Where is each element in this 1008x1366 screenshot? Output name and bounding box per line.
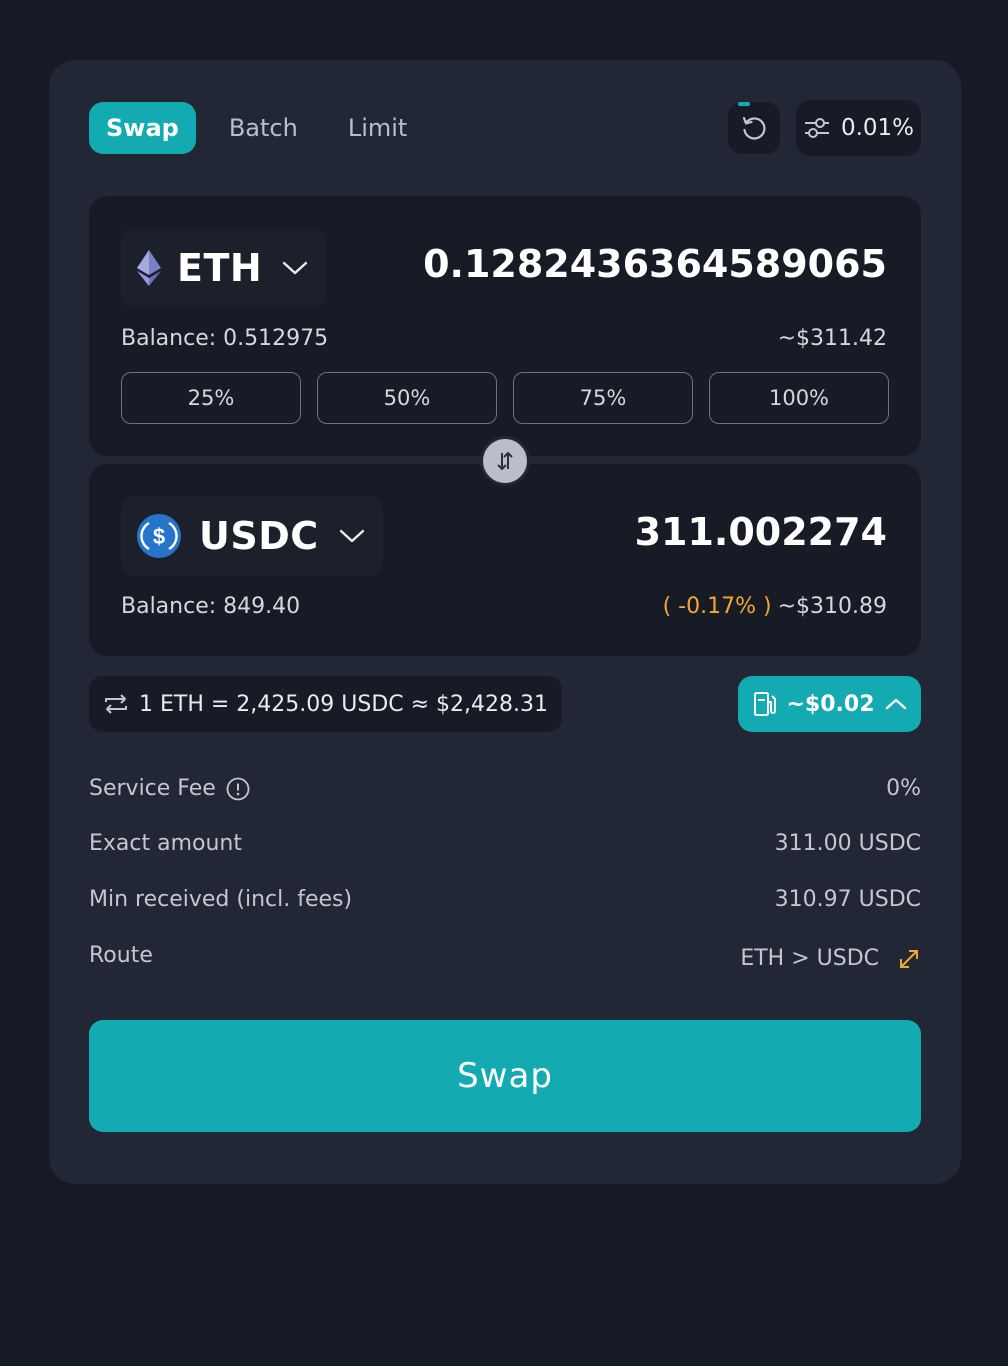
min-received-value: 310.97 USDC xyxy=(774,887,921,912)
swap-card: Swap Batch Limit 0.01% ETH 0.12824363645… xyxy=(49,60,961,1184)
percent-25-button[interactable]: 25% xyxy=(121,372,301,424)
eth-logo-icon xyxy=(137,250,161,286)
service-fee-label-text: Service Fee xyxy=(89,776,216,801)
from-balance: Balance: 0.512975 xyxy=(121,326,329,351)
to-usd-value: ( -0.17% ) ~$310.89 xyxy=(663,594,887,619)
expand-icon[interactable] xyxy=(897,947,921,971)
from-usd-value: ~$311.42 xyxy=(777,326,887,351)
tab-batch[interactable]: Batch xyxy=(212,102,315,154)
to-amount-output: 311.002274 xyxy=(634,510,887,554)
min-received-label: Min received (incl. fees) xyxy=(89,887,353,912)
percent-75-button[interactable]: 75% xyxy=(513,372,693,424)
refresh-icon xyxy=(742,116,766,140)
chevron-down-icon xyxy=(339,529,364,543)
percent-buttons: 25% 50% 75% 100% xyxy=(121,372,889,424)
route-value[interactable]: ETH > USDC xyxy=(740,946,921,971)
to-balance: Balance: 849.40 xyxy=(121,594,301,619)
price-impact: ( -0.17% ) xyxy=(662,594,772,619)
from-token-selector[interactable]: ETH xyxy=(121,228,327,308)
from-amount-input[interactable]: 0.1282436364589065 xyxy=(423,242,887,286)
gas-pump-icon xyxy=(754,692,777,716)
to-token-symbol: USDC xyxy=(199,514,319,558)
percent-50-button[interactable]: 50% xyxy=(317,372,497,424)
to-token-selector[interactable]: $ USDC xyxy=(121,496,383,576)
gas-fee-toggle[interactable]: ~$0.02 xyxy=(738,676,921,732)
route-path: ETH > USDC xyxy=(740,946,879,971)
sliders-icon xyxy=(804,118,829,138)
to-usd-amount: ~$310.89 xyxy=(777,594,887,619)
slippage-value: 0.01% xyxy=(840,115,915,141)
from-token-symbol: ETH xyxy=(177,246,263,290)
exact-amount-label: Exact amount xyxy=(89,831,243,856)
exchange-rate[interactable]: 1 ETH = 2,425.09 USDC ≈ $2,428.31 xyxy=(89,676,563,732)
service-fee-value: 0% xyxy=(886,776,921,801)
usdc-logo-icon: $ xyxy=(137,514,181,558)
refresh-button[interactable] xyxy=(728,102,780,154)
refresh-progress-indicator xyxy=(738,102,750,106)
route-label: Route xyxy=(89,943,153,968)
svg-text:$: $ xyxy=(153,524,165,549)
switch-direction-button[interactable] xyxy=(480,436,530,486)
slippage-settings-button[interactable]: 0.01% xyxy=(796,100,921,156)
tab-limit[interactable]: Limit xyxy=(331,102,425,154)
chevron-down-icon xyxy=(282,261,308,275)
from-token-panel: ETH 0.1282436364589065 Balance: 0.512975… xyxy=(89,196,921,456)
tab-swap[interactable]: Swap xyxy=(89,102,196,154)
exact-amount-value: 311.00 USDC xyxy=(774,831,921,856)
swap-submit-button[interactable]: Swap xyxy=(89,1020,921,1132)
exchange-icon xyxy=(105,694,127,714)
chevron-up-icon xyxy=(885,698,906,710)
info-icon[interactable] xyxy=(226,777,250,801)
exchange-rate-text: 1 ETH = 2,425.09 USDC ≈ $2,428.31 xyxy=(139,691,549,717)
swap-arrows-icon xyxy=(497,451,513,471)
percent-100-button[interactable]: 100% xyxy=(709,372,889,424)
gas-fee-value: ~$0.02 xyxy=(786,691,875,717)
to-token-panel: $ USDC 311.002274 Balance: 849.40 ( -0.1… xyxy=(89,464,921,656)
swap-mode-tabs: Swap Batch Limit xyxy=(89,102,440,154)
service-fee-label: Service Fee xyxy=(89,776,250,801)
